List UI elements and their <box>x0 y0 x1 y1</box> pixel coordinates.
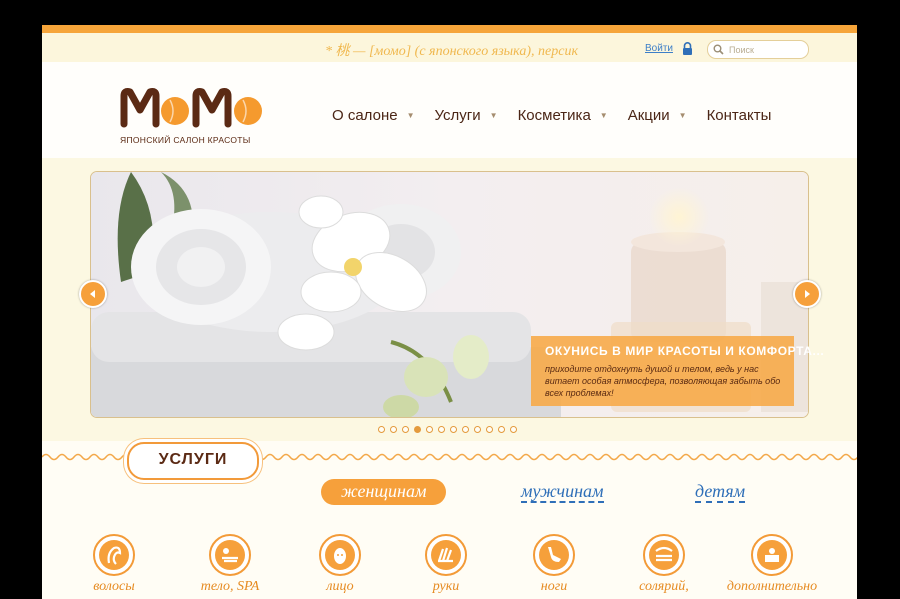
nav-label: Контакты <box>706 107 772 124</box>
slider-dot[interactable] <box>402 426 409 433</box>
category-label: тело, SPA <box>200 579 260 594</box>
search-input[interactable] <box>727 42 806 58</box>
slider-dot[interactable] <box>498 426 505 433</box>
category-label: дополнительно <box>726 579 818 594</box>
tab-women[interactable]: женщинам <box>321 479 447 505</box>
main-nav: О салоне ▼ Услуги ▼ Косметика ▼ Акции ▼ Конт… <box>332 107 791 124</box>
lock-icon <box>683 42 692 55</box>
service-categories: волосы тело, SPA лицо руки ноги солярий,… <box>89 534 857 599</box>
tagline: * 桃 — [момо] (с японского языка), персик <box>325 44 578 59</box>
category-hands[interactable]: руки <box>391 534 501 595</box>
slider-next-button[interactable] <box>793 280 821 308</box>
category-feet[interactable]: ноги <box>499 534 609 595</box>
slider-dot[interactable] <box>510 426 517 433</box>
tab-label: детям <box>695 481 746 501</box>
body-spa-icon <box>209 534 251 576</box>
category-label: волосы <box>93 579 135 594</box>
caret-down-icon: ▼ <box>678 111 687 120</box>
hands-icon <box>425 534 467 576</box>
caret-down-icon: ▼ <box>489 111 498 120</box>
slider-dot[interactable] <box>378 426 385 433</box>
nav-item-about[interactable]: О салоне ▼ <box>332 107 415 124</box>
search-box <box>707 40 809 59</box>
category-hair[interactable]: волосы <box>59 534 169 595</box>
slider-dot[interactable] <box>438 426 445 433</box>
category-label: лицо <box>326 579 354 594</box>
slider-dots <box>378 426 522 433</box>
slide-caption: ОКУНИСЬ В МИР КРАСОТЫ И КОМФОРТА... прих… <box>531 336 824 406</box>
category-extra[interactable]: дополнительно <box>717 534 827 595</box>
logo[interactable]: ЯПОНСКИЙ САЛОН КРАСОТЫ <box>120 84 270 146</box>
page: * 桃 — [момо] (с японского языка), персик… <box>42 25 857 599</box>
tab-label: женщинам <box>341 481 427 501</box>
slider-dot[interactable] <box>486 426 493 433</box>
slider-dot[interactable] <box>450 426 457 433</box>
extra-icon <box>751 534 793 576</box>
feet-icon <box>533 534 575 576</box>
nav-item-promotions[interactable]: Акции ▼ <box>628 107 687 124</box>
category-body-spa[interactable]: тело, SPA <box>175 534 285 595</box>
category-face[interactable]: лицо <box>285 534 395 595</box>
category-label: ноги <box>540 579 568 594</box>
logo-mark <box>120 88 262 128</box>
caret-down-icon: ▼ <box>599 111 608 120</box>
face-icon <box>319 534 361 576</box>
slider-dot[interactable] <box>426 426 433 433</box>
nav-label: О салоне <box>332 107 398 124</box>
category-label: руки <box>432 579 460 594</box>
login-link[interactable]: Войти <box>645 43 673 54</box>
nav-item-cosmetics[interactable]: Косметика ▼ <box>518 107 608 124</box>
services-heading: УСЛУГИ <box>158 451 228 468</box>
hair-icon <box>93 534 135 576</box>
caption-text: приходите отдохнуть душой и телом, ведь … <box>545 364 781 398</box>
solarium-icon <box>643 534 685 576</box>
services-heading-badge: УСЛУГИ <box>127 442 259 480</box>
slider-dot[interactable] <box>414 426 421 433</box>
tab-label: мужчинам <box>521 481 604 501</box>
tab-men[interactable]: мужчинам <box>521 481 604 503</box>
tab-kids[interactable]: детям <box>695 481 746 503</box>
nav-item-services[interactable]: Услуги ▼ <box>435 107 498 124</box>
slider-prev-button[interactable] <box>79 280 107 308</box>
top-stripe <box>42 25 857 33</box>
nav-item-contacts[interactable]: Контакты <box>707 107 772 124</box>
slider-dot[interactable] <box>474 426 481 433</box>
slider-dot[interactable] <box>462 426 469 433</box>
nav-label: Акции <box>627 107 670 124</box>
chevron-right-icon <box>805 290 810 298</box>
category-label: солярий, <box>639 579 689 594</box>
slider-dot[interactable] <box>390 426 397 433</box>
caption-title: ОКУНИСЬ В МИР КРАСОТЫ И КОМФОРТА... <box>545 344 825 358</box>
search-icon[interactable] <box>713 44 724 55</box>
chevron-left-icon <box>90 290 95 298</box>
nav-label: Косметика <box>517 107 591 124</box>
category-solarium[interactable]: солярий, <box>609 534 719 595</box>
nav-label: Услуги <box>434 107 481 124</box>
caret-down-icon: ▼ <box>406 111 415 120</box>
logo-subtitle: ЯПОНСКИЙ САЛОН КРАСОТЫ <box>120 135 251 145</box>
